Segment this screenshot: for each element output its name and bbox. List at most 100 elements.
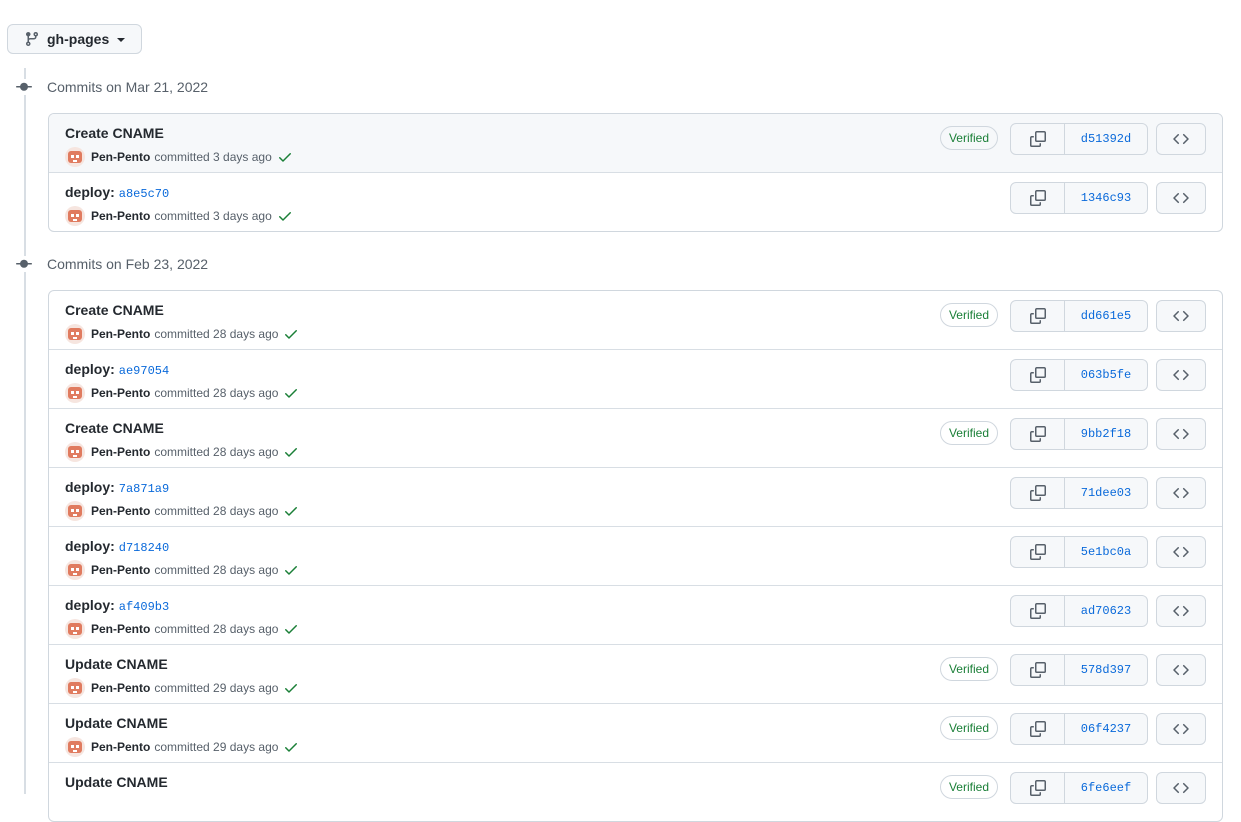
avatar[interactable]: [65, 206, 85, 226]
commit-action: committed: [154, 681, 210, 695]
browse-repo-button[interactable]: [1156, 595, 1206, 627]
copy-sha-button[interactable]: [1011, 124, 1065, 154]
commit-title[interactable]: Create CNAME: [65, 302, 164, 318]
browse-repo-button[interactable]: [1156, 418, 1206, 450]
avatar[interactable]: [65, 560, 85, 580]
commit-message[interactable]: deploy:: [65, 361, 115, 377]
commit-title[interactable]: Update CNAME: [65, 715, 168, 731]
verified-badge[interactable]: Verified: [939, 716, 998, 740]
commit-sha-button[interactable]: 5e1bc0a: [1065, 537, 1147, 567]
copy-sha-button[interactable]: [1011, 360, 1065, 390]
commit-title[interactable]: deploy: ae97054: [65, 361, 169, 378]
copy-sha-button[interactable]: [1011, 714, 1065, 744]
copy-sha-button[interactable]: [1011, 537, 1065, 567]
copy-sha-button[interactable]: [1011, 183, 1065, 213]
browse-repo-button[interactable]: [1156, 359, 1206, 391]
copy-sha-button[interactable]: [1011, 301, 1065, 331]
browse-repo-button[interactable]: [1156, 300, 1206, 332]
browse-repo-button[interactable]: [1156, 123, 1206, 155]
commit-title[interactable]: deploy: 7a871a9: [65, 479, 169, 496]
commit-title[interactable]: Update CNAME: [65, 774, 168, 790]
commit-sha-button[interactable]: 578d397: [1065, 655, 1147, 685]
avatar[interactable]: [65, 147, 85, 167]
commit-title[interactable]: deploy: a8e5c70: [65, 184, 169, 201]
commit-message[interactable]: Update CNAME: [65, 774, 168, 790]
browse-repo-button[interactable]: [1156, 536, 1206, 568]
commit-message[interactable]: Update CNAME: [65, 715, 168, 731]
browse-repo-button[interactable]: [1156, 182, 1206, 214]
commit-message[interactable]: deploy:: [65, 538, 115, 554]
commit-ref-link[interactable]: d718240: [119, 541, 169, 555]
verified-badge[interactable]: Verified: [939, 303, 998, 327]
commit-sha-button[interactable]: dd661e5: [1065, 301, 1147, 331]
commit-sha-button[interactable]: 6fe6eef: [1065, 773, 1147, 803]
commit-sha-button[interactable]: d51392d: [1065, 124, 1147, 154]
branch-select-button[interactable]: gh-pages: [7, 24, 142, 54]
commit-ref-link[interactable]: a8e5c70: [119, 187, 169, 201]
commit-sha-button[interactable]: ad70623: [1065, 596, 1147, 626]
check-icon[interactable]: [283, 739, 299, 755]
copy-sha-button[interactable]: [1011, 478, 1065, 508]
commit-message[interactable]: Create CNAME: [65, 420, 164, 436]
check-icon[interactable]: [277, 149, 293, 165]
check-icon[interactable]: [283, 385, 299, 401]
commit-sha-button[interactable]: 06f4237: [1065, 714, 1147, 744]
verified-badge[interactable]: Verified: [939, 126, 998, 150]
author-link[interactable]: Pen-Pento: [91, 622, 150, 636]
avatar[interactable]: [65, 442, 85, 462]
check-icon[interactable]: [283, 680, 299, 696]
commit-sha-button[interactable]: 71dee03: [1065, 478, 1147, 508]
author-link[interactable]: Pen-Pento: [91, 150, 150, 164]
commit-title[interactable]: deploy: d718240: [65, 538, 169, 555]
copy-sha-button[interactable]: [1011, 773, 1065, 803]
commit-title[interactable]: Create CNAME: [65, 420, 164, 436]
commit-title[interactable]: Create CNAME: [65, 125, 164, 141]
check-icon[interactable]: [283, 503, 299, 519]
check-icon[interactable]: [283, 326, 299, 342]
avatar[interactable]: [65, 678, 85, 698]
commit-ref-link[interactable]: af409b3: [119, 600, 169, 614]
copy-sha-button[interactable]: [1011, 596, 1065, 626]
browse-repo-button[interactable]: [1156, 654, 1206, 686]
avatar[interactable]: [65, 501, 85, 521]
avatar[interactable]: [65, 619, 85, 639]
copy-sha-button[interactable]: [1011, 655, 1065, 685]
commit-action: committed: [154, 740, 210, 754]
avatar[interactable]: [65, 737, 85, 757]
author-link[interactable]: Pen-Pento: [91, 563, 150, 577]
commit-title[interactable]: deploy: af409b3: [65, 597, 169, 614]
author-link[interactable]: Pen-Pento: [91, 386, 150, 400]
author-link[interactable]: Pen-Pento: [91, 681, 150, 695]
author-link[interactable]: Pen-Pento: [91, 504, 150, 518]
verified-badge[interactable]: Verified: [939, 775, 998, 799]
commit-title[interactable]: Update CNAME: [65, 656, 168, 672]
copy-sha-button[interactable]: [1011, 419, 1065, 449]
author-link[interactable]: Pen-Pento: [91, 740, 150, 754]
verified-badge[interactable]: Verified: [939, 421, 998, 445]
browse-repo-button[interactable]: [1156, 477, 1206, 509]
commit-ref-link[interactable]: 7a871a9: [119, 482, 169, 496]
commit-message[interactable]: deploy:: [65, 597, 115, 613]
commit-message[interactable]: deploy:: [65, 184, 115, 200]
commit-message[interactable]: deploy:: [65, 479, 115, 495]
commit-message[interactable]: Update CNAME: [65, 656, 168, 672]
commit-message[interactable]: Create CNAME: [65, 125, 164, 141]
verified-badge[interactable]: Verified: [939, 657, 998, 681]
commit-ref-link[interactable]: ae97054: [119, 364, 169, 378]
commit-message[interactable]: Create CNAME: [65, 302, 164, 318]
check-icon[interactable]: [283, 562, 299, 578]
author-link[interactable]: Pen-Pento: [91, 445, 150, 459]
browse-repo-button[interactable]: [1156, 713, 1206, 745]
commit-sha-button[interactable]: 9bb2f18: [1065, 419, 1147, 449]
check-icon[interactable]: [283, 444, 299, 460]
author-link[interactable]: Pen-Pento: [91, 209, 150, 223]
browse-repo-button[interactable]: [1156, 772, 1206, 804]
commit-sha-button[interactable]: 1346c93: [1065, 183, 1147, 213]
avatar[interactable]: [65, 383, 85, 403]
check-icon[interactable]: [277, 208, 293, 224]
commit-sha-button[interactable]: 063b5fe: [1065, 360, 1147, 390]
commit-row: Create CNAME Pen-Pento committed 28 days a…: [49, 291, 1222, 349]
avatar[interactable]: [65, 324, 85, 344]
author-link[interactable]: Pen-Pento: [91, 327, 150, 341]
check-icon[interactable]: [283, 621, 299, 637]
